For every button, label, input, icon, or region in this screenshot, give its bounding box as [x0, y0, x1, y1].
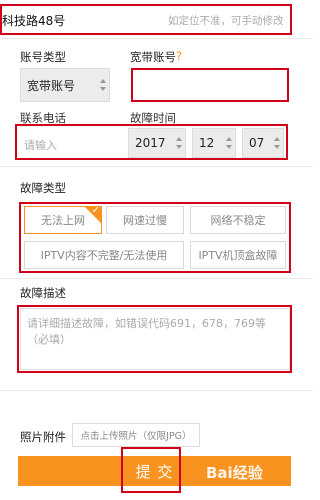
highlight-box-account — [131, 68, 289, 102]
watermark-logo: Bai经验 — [206, 464, 263, 482]
highlight-box-description — [17, 305, 292, 373]
highlight-box-submit — [121, 447, 181, 493]
photo-label: 照片附件 — [20, 430, 66, 444]
help-icon[interactable]: ? — [176, 49, 182, 63]
highlight-box-fault-type — [19, 202, 291, 273]
account-number-label: 宽带账号 — [130, 50, 176, 64]
account-type-select[interactable]: 宽带账号 — [20, 68, 110, 102]
chevron-updown-icon — [100, 79, 106, 91]
account-type-value: 宽带账号 — [27, 78, 76, 93]
divider — [0, 38, 313, 39]
upload-photo-button[interactable]: 点击上传照片（仅限JPG） — [72, 423, 200, 447]
divider — [0, 166, 313, 167]
fault-type-label: 故障类型 — [20, 181, 66, 195]
divider — [0, 278, 313, 279]
divider — [0, 390, 313, 391]
highlight-box-contact-time — [15, 124, 288, 160]
account-type-label: 账号类型 — [20, 50, 66, 64]
highlight-box-address — [0, 4, 292, 35]
description-label: 故障描述 — [20, 286, 66, 300]
